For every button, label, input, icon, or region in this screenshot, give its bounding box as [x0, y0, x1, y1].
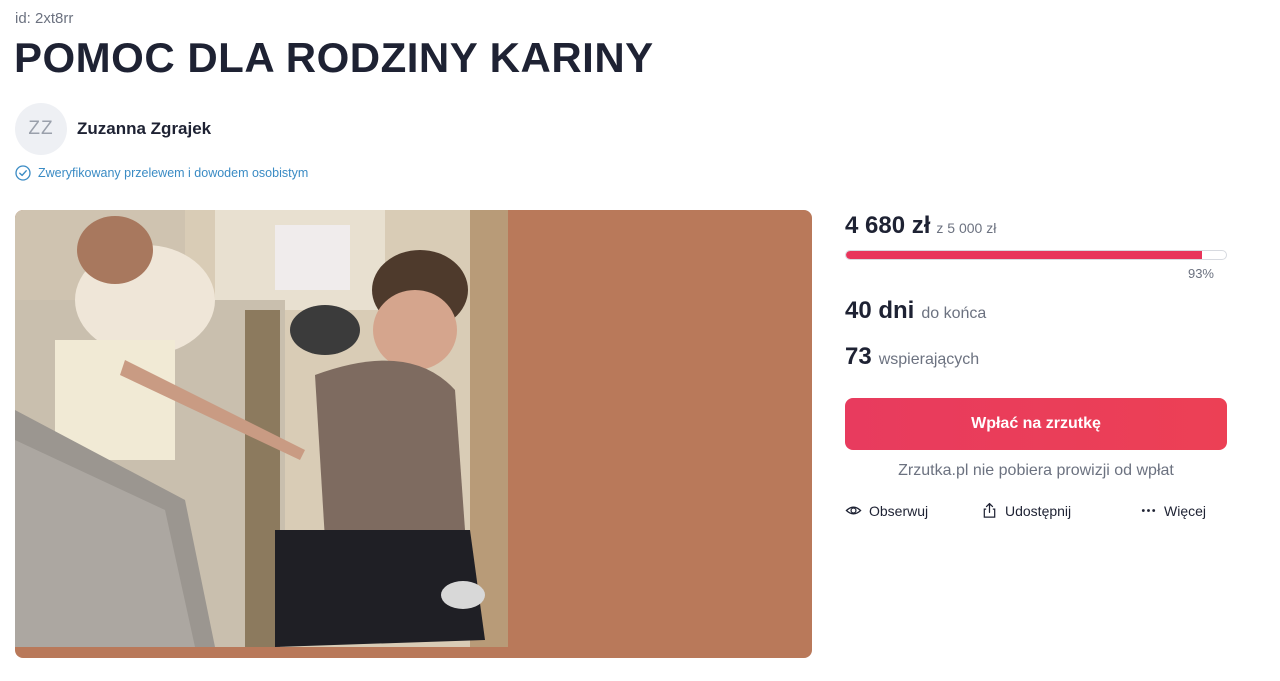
- days-value: 40 dni: [845, 297, 915, 324]
- avatar: ZZ: [15, 103, 67, 155]
- supporters-count: 73 wspierających: [845, 343, 1227, 371]
- progress-bar: [845, 250, 1227, 260]
- verification-text: Zweryfikowany przelewem i dowodem osobis…: [38, 166, 309, 180]
- more-button[interactable]: Więcej: [1140, 502, 1206, 519]
- supporters-label: wspierających: [878, 351, 980, 368]
- page-title: POMOC DLA RODZINY KARINY: [14, 34, 654, 81]
- days-label: do końca: [921, 305, 987, 322]
- fundraiser-page: id: 2xt8rr POMOC DLA RODZINY KARINY ZZ Z…: [0, 0, 1280, 681]
- raised-amount: 4 680 zł: [845, 212, 931, 239]
- progress-percent: 93%: [1187, 266, 1214, 281]
- no-fee-note: Zrzutka.pl nie pobiera prowizji od wpłat: [898, 462, 1174, 479]
- fundraiser-id: id: 2xt8rr: [15, 10, 74, 27]
- action-bar: Obserwuj Udostępnij Więcej: [845, 502, 1227, 519]
- supporters-value: 73: [845, 343, 872, 370]
- fundraiser-summary: 4 680 zł z 5 000 zł 93% 40 dni do końca …: [845, 210, 1227, 519]
- fundraiser-photo: [15, 210, 508, 647]
- fundraiser-media[interactable]: [15, 210, 812, 658]
- share-button[interactable]: Udostępnij: [981, 502, 1140, 519]
- more-label: Więcej: [1164, 502, 1207, 519]
- watch-label: Obserwuj: [869, 502, 929, 519]
- organizer-name[interactable]: Zuzanna Zgrajek: [77, 119, 211, 139]
- donate-button[interactable]: Wpłać na zrzutkę: [845, 398, 1227, 450]
- goal-amount: z 5 000 zł: [936, 220, 997, 236]
- check-circle-icon: [15, 165, 31, 181]
- share-icon: [983, 502, 996, 518]
- verification-badge: Zweryfikowany przelewem i dowodem osobis…: [15, 165, 308, 181]
- days-remaining: 40 dni do końca: [845, 297, 1227, 325]
- watch-button[interactable]: Obserwuj: [845, 502, 981, 519]
- amount-row: 4 680 zł z 5 000 zł: [845, 212, 1227, 240]
- organizer[interactable]: ZZ Zuzanna Zgrajek: [15, 103, 211, 155]
- share-label: Udostępnij: [1005, 502, 1072, 519]
- more-dots-icon: [1141, 509, 1156, 512]
- progress-fill: [846, 251, 1202, 259]
- eye-icon: [845, 506, 862, 515]
